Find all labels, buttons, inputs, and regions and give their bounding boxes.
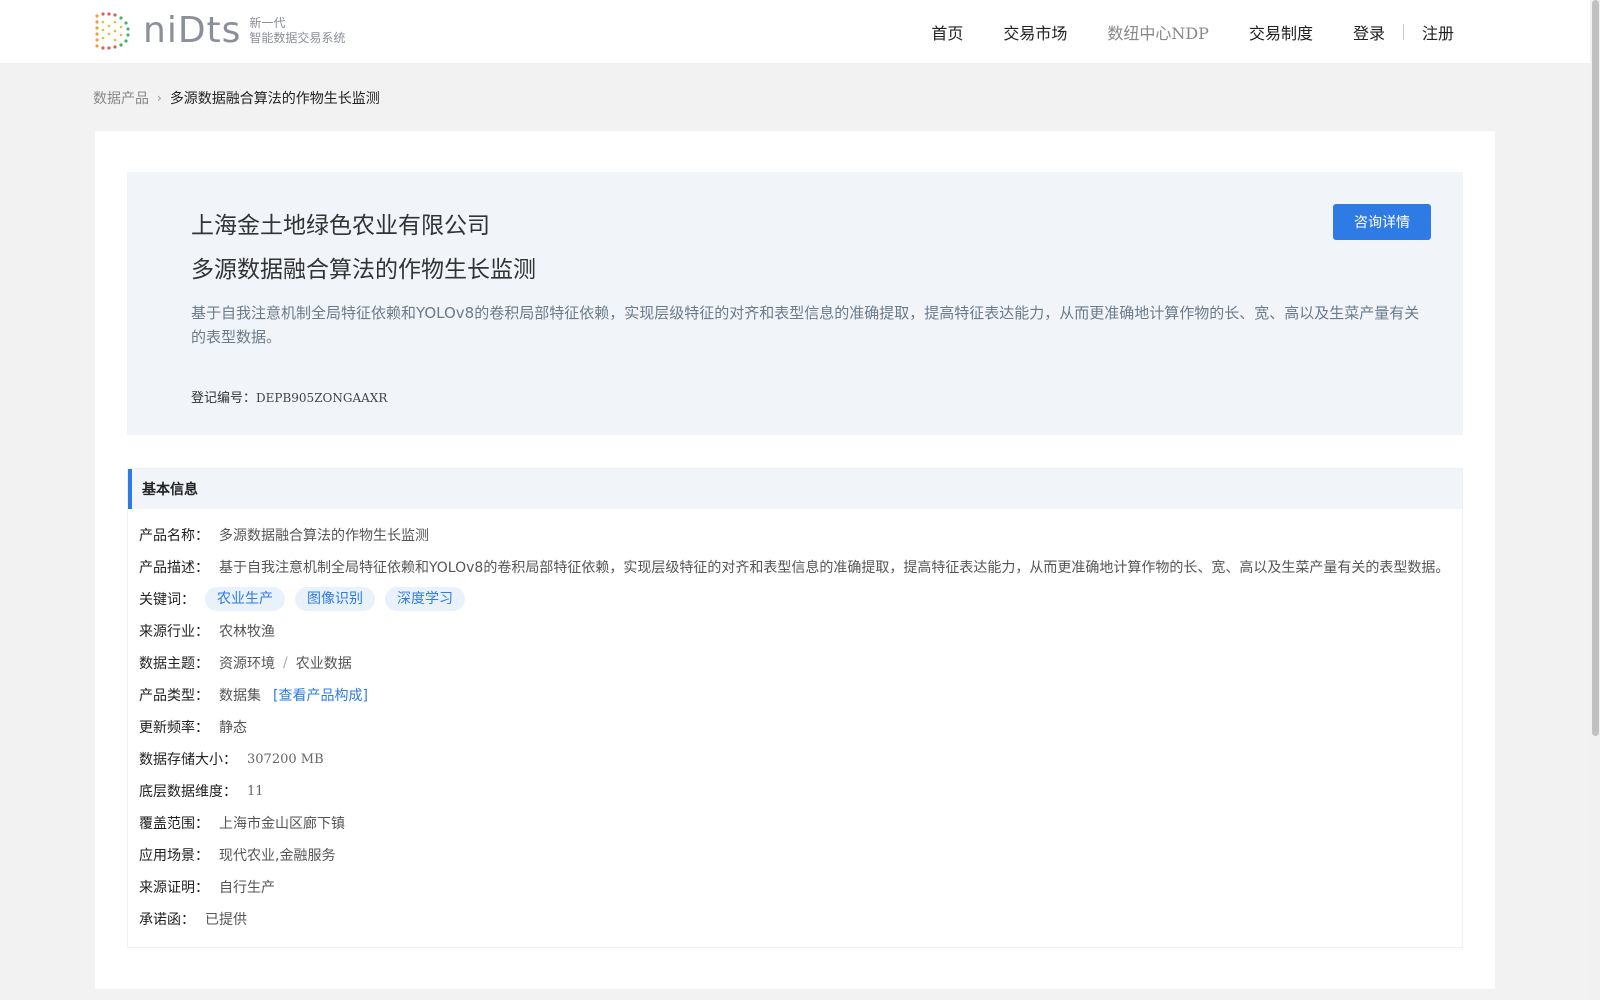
breadcrumb-current: 多源数据融合算法的作物生长监测 [169, 91, 380, 107]
nav-home[interactable]: 首页 [931, 20, 963, 44]
product-title: 多源数据融合算法的作物生长监测 [191, 257, 536, 283]
info-row-product-desc: 产品描述： 基于自我注意机制全局特征依赖和YOLOv8的卷积局部特征依赖，实现层… [139, 551, 1462, 583]
scenario-label: 应用场景： [139, 848, 209, 864]
info-row-theme: 数据主题： 资源环境 / 农业数据 [139, 647, 1462, 679]
keyword-tag[interactable]: 农业生产 [205, 587, 285, 611]
theme-label: 数据主题： [139, 656, 209, 672]
type-value: 数据集 [219, 688, 261, 704]
page-scrollbar[interactable] [1590, 0, 1600, 1000]
info-row-frequency: 更新频率： 静态 [139, 711, 1462, 743]
basic-info-heading: 基本信息 [128, 469, 1462, 509]
coverage-label: 覆盖范围： [139, 816, 209, 832]
letter-label: 承诺函： [139, 912, 195, 928]
info-row-type: 产品类型： 数据集 [查看产品构成] [139, 679, 1462, 711]
registration-number: 登记编号：DEPB905ZONGAAXR [191, 387, 387, 406]
letter-value: 已提供 [205, 912, 247, 928]
site-logo[interactable]: niDts 新一代 智能数据交易系统 [93, 10, 345, 52]
storage-value: 307200 MB [247, 751, 324, 767]
logo-tagline-line2: 智能数据交易系统 [249, 31, 346, 45]
theme-separator: / [283, 655, 288, 671]
breadcrumb-data-products[interactable]: 数据产品 [93, 88, 149, 108]
logo-tagline-line1: 新一代 [249, 16, 286, 30]
product-detail-card: 上海金土地绿色农业有限公司 多源数据融合算法的作物生长监测 基于自我注意机制全局… [95, 131, 1495, 989]
nav-divider [1402, 23, 1404, 40]
info-row-dimensions: 底层数据维度： 11 [139, 775, 1462, 807]
product-name-label: 产品名称： [139, 528, 209, 544]
type-label: 产品类型： [139, 688, 209, 704]
nav-trading-rules[interactable]: 交易制度 [1249, 20, 1313, 44]
info-row-scenario: 应用场景： 现代农业,金融服务 [139, 839, 1462, 871]
chevron-right-icon: › [157, 91, 162, 105]
keywords-label: 关键词： [139, 592, 195, 608]
logo-wordmark: niDts [143, 10, 242, 51]
info-row-industry: 来源行业： 农林牧渔 [139, 615, 1462, 647]
scenario-value: 现代农业,金融服务 [219, 848, 336, 864]
top-header: niDts 新一代 智能数据交易系统 首页 交易市场 数纽中心NDP 交易制度 … [0, 0, 1590, 63]
info-row-coverage: 覆盖范围： 上海市金山区廊下镇 [139, 807, 1462, 839]
proof-label: 来源证明： [139, 880, 209, 896]
consult-details-button[interactable]: 咨询详情 [1333, 204, 1431, 240]
industry-label: 来源行业： [139, 624, 209, 640]
nav-market[interactable]: 交易市场 [1003, 20, 1067, 44]
registration-value: DEPB905ZONGAAXR [256, 391, 388, 405]
industry-value: 农林牧渔 [219, 624, 275, 640]
basic-info-list: 产品名称： 多源数据融合算法的作物生长监测 产品描述： 基于自我注意机制全局特征… [128, 509, 1462, 935]
coverage-value: 上海市金山区廊下镇 [219, 816, 345, 832]
login-link[interactable]: 登录 [1353, 20, 1385, 44]
product-hero: 上海金土地绿色农业有限公司 多源数据融合算法的作物生长监测 基于自我注意机制全局… [127, 172, 1463, 435]
register-link[interactable]: 注册 [1422, 20, 1454, 44]
dimensions-label: 底层数据维度： [139, 784, 237, 800]
nav-ndp-center[interactable]: 数纽中心NDP [1107, 20, 1209, 44]
product-summary: 基于自我注意机制全局特征依赖和YOLOv8的卷积局部特征依赖，实现层级特征的对齐… [191, 304, 1420, 346]
basic-info-panel: 基本信息 产品名称： 多源数据融合算法的作物生长监测 产品描述： 基于自我注意机… [127, 468, 1463, 948]
theme-main-value: 资源环境 [219, 656, 275, 672]
info-row-letter: 承诺函： 已提供 [139, 903, 1462, 935]
scrollbar-thumb[interactable] [1592, 0, 1599, 736]
registration-label: 登记编号： [191, 391, 257, 406]
keyword-tag[interactable]: 图像识别 [295, 587, 375, 611]
storage-label: 数据存储大小： [139, 752, 237, 768]
info-row-proof: 来源证明： 自行生产 [139, 871, 1462, 903]
frequency-label: 更新频率： [139, 720, 209, 736]
info-row-storage: 数据存储大小： 307200 MB [139, 743, 1462, 775]
breadcrumb: 数据产品 › 多源数据融合算法的作物生长监测 [93, 88, 380, 108]
product-desc-label: 产品描述： [139, 560, 209, 576]
proof-value: 自行生产 [219, 880, 275, 896]
product-name-value: 多源数据融合算法的作物生长监测 [219, 528, 429, 544]
company-name: 上海金土地绿色农业有限公司 [191, 213, 490, 239]
info-row-keywords: 关键词： 农业生产 图像识别 深度学习 [139, 583, 1462, 615]
view-composition-link[interactable]: [查看产品构成] [273, 685, 368, 705]
product-desc-value: 基于自我注意机制全局特征依赖和YOLOv8的卷积局部特征依赖，实现层级特征的对齐… [219, 560, 1450, 576]
logo-tagline: 新一代 智能数据交易系统 [249, 16, 345, 46]
theme-sub-value: 农业数据 [295, 656, 352, 672]
main-nav: 首页 交易市场 数纽中心NDP 交易制度 登录 注册 [891, 0, 1454, 63]
logo-d-icon [95, 12, 130, 50]
dimensions-value: 11 [247, 783, 264, 799]
frequency-value: 静态 [219, 720, 247, 736]
info-row-product-name: 产品名称： 多源数据融合算法的作物生长监测 [139, 519, 1462, 551]
keyword-tag[interactable]: 深度学习 [385, 587, 465, 611]
